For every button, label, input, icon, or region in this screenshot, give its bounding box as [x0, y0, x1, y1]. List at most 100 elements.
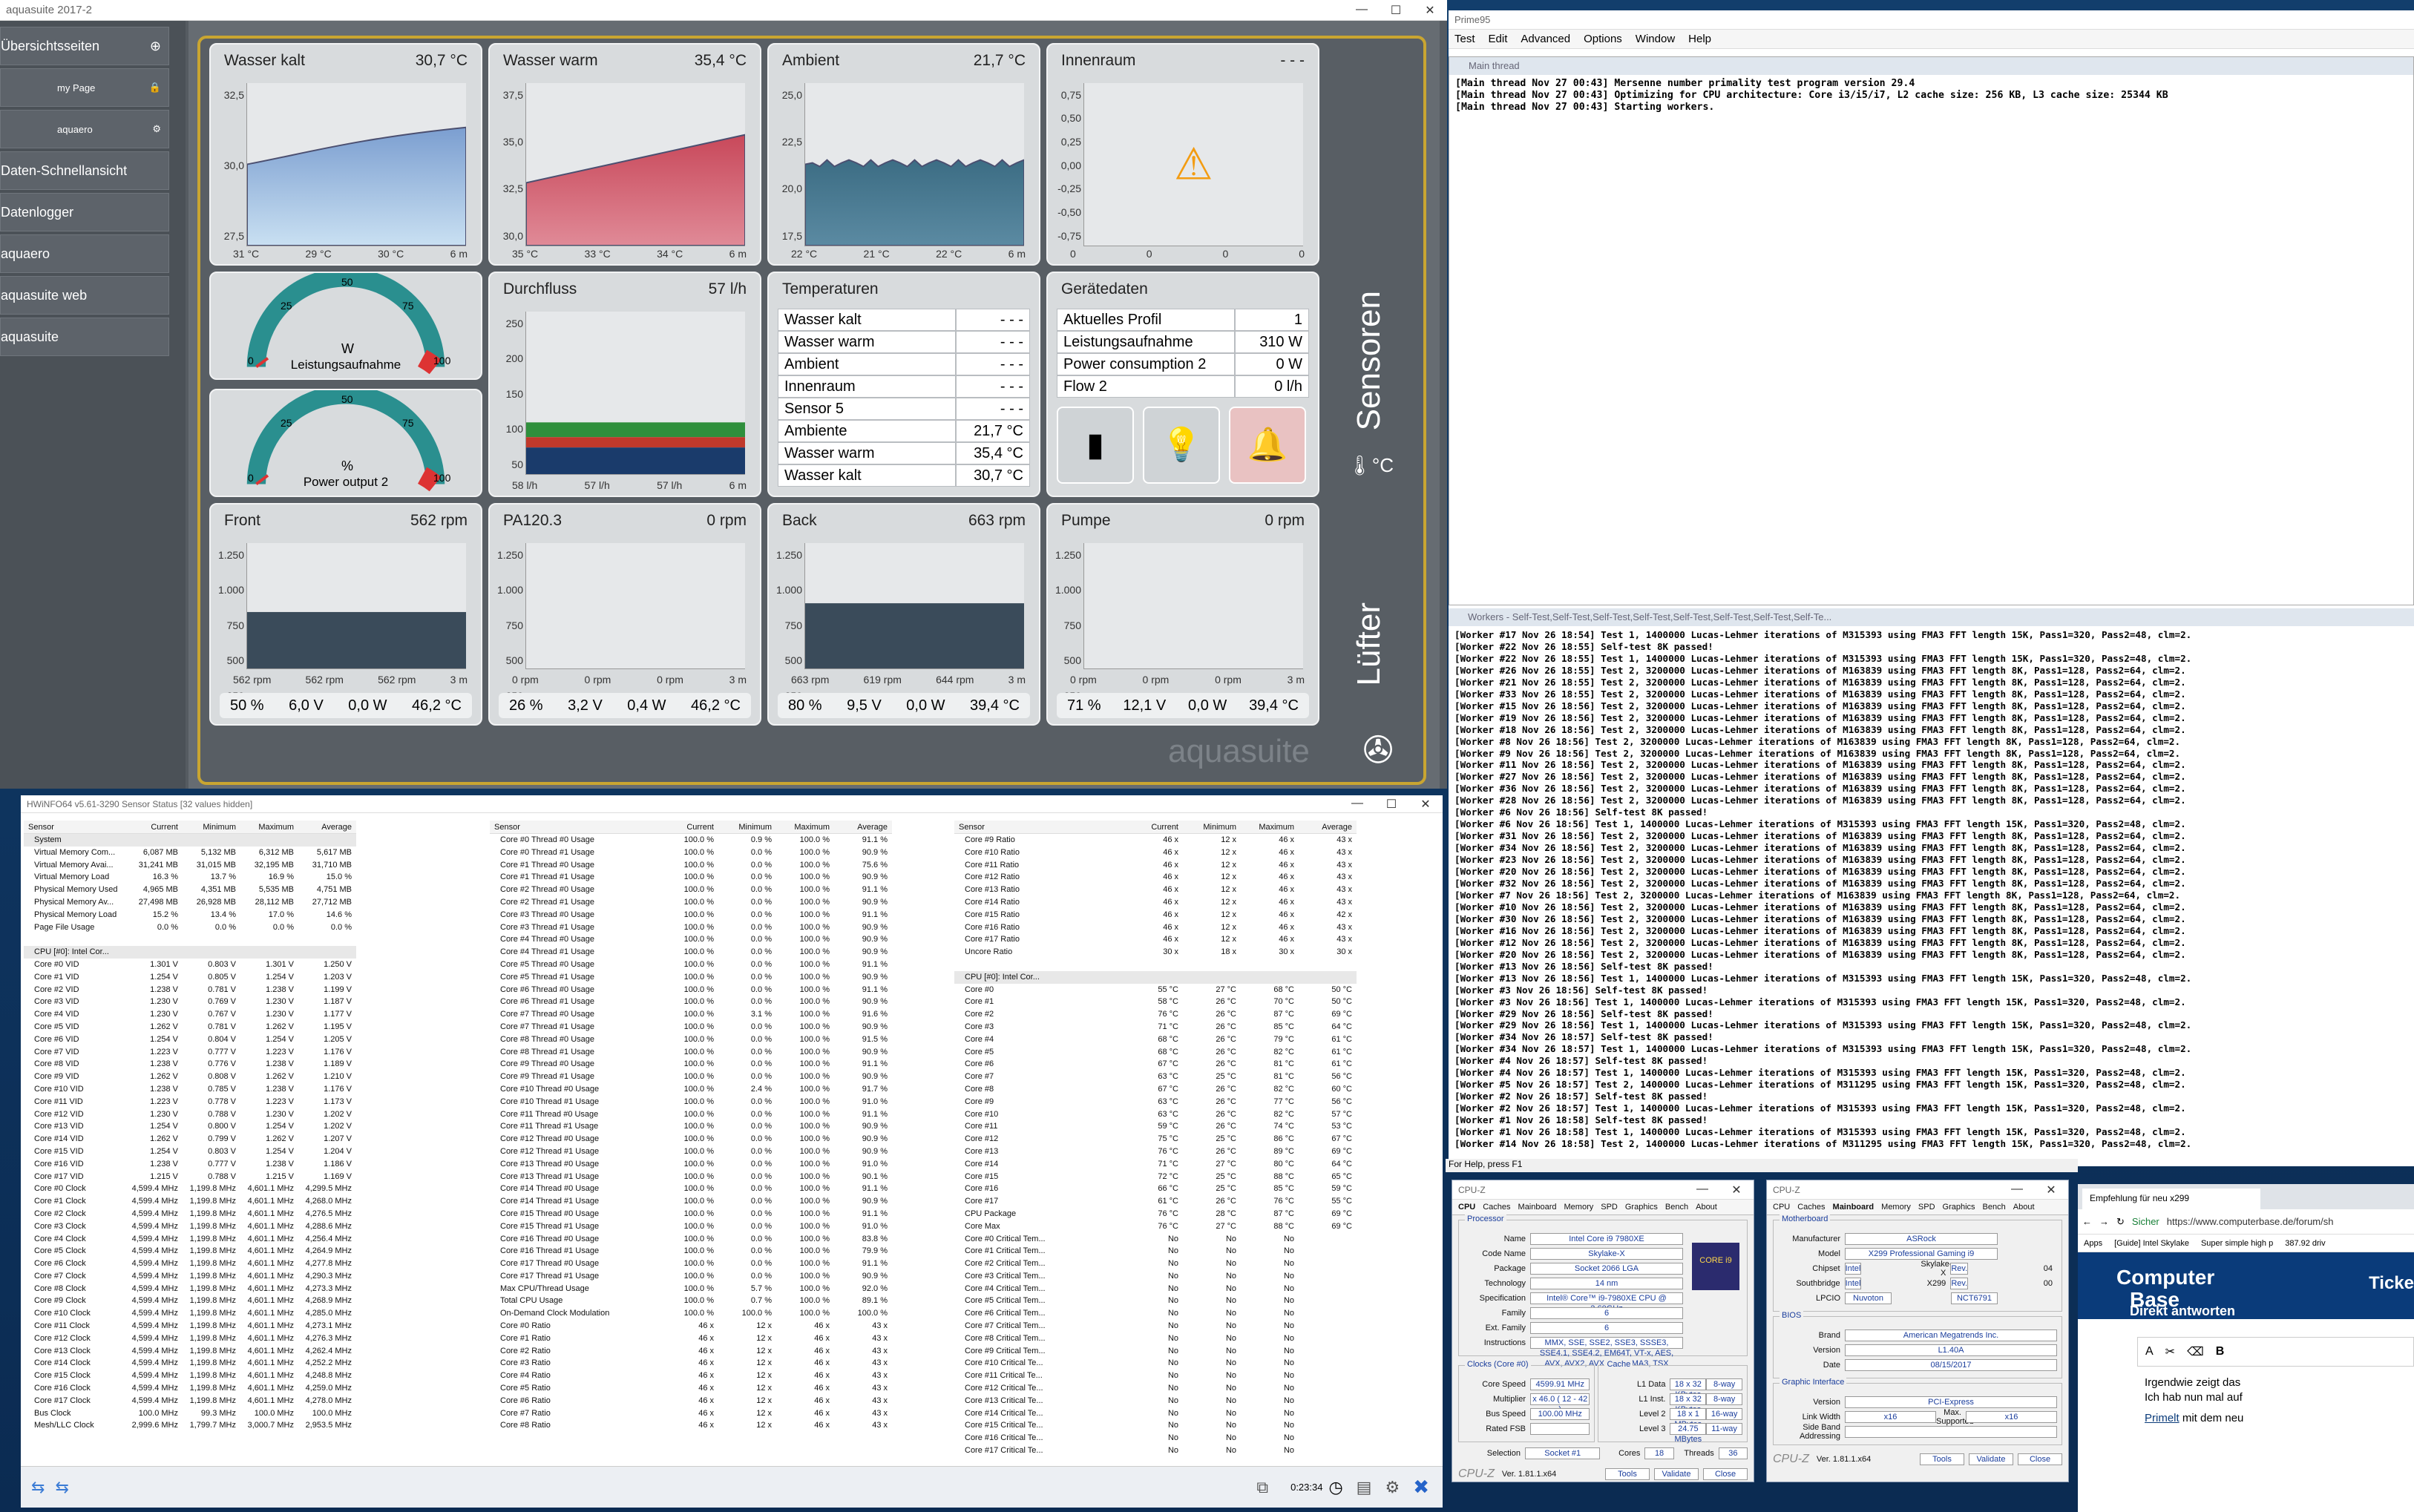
- sidebar-item-mypage[interactable]: my Page 🔒: [0, 68, 169, 107]
- cpuz-tab-caches[interactable]: Caches: [1483, 1203, 1510, 1212]
- sensor-row[interactable]: Core #9 VID 1.262 V 0.808 V 1.262 V 1.210 V: [24, 1071, 356, 1083]
- sensor-row[interactable]: Core #16 VID 1.238 V 0.777 V 1.238 V 1.186 V: [24, 1158, 356, 1171]
- minimize-icon[interactable]: —: [1685, 1183, 1719, 1197]
- fan-tile-0[interactable]: Front562 rpm1.2501.000750500250562 rpm56…: [209, 503, 482, 726]
- bulb-icon[interactable]: 💡: [1143, 407, 1220, 484]
- sensor-row[interactable]: Core #12 Thread #0 Usage 100.0 % 0.0 % 100.…: [490, 1133, 892, 1145]
- sensor-row[interactable]: Core #0 VID 1.301 V 0.803 V 1.301 V 1.250 V: [24, 959, 356, 971]
- hwinfo-header-cell[interactable]: Current: [125, 821, 183, 833]
- back-icon[interactable]: ←: [2082, 1216, 2092, 1227]
- sensor-row[interactable]: Core #5 VID 1.262 V 0.781 V 1.262 V 1.195 V: [24, 1021, 356, 1033]
- sidebar-item-quickview[interactable]: Daten-Schnellansicht: [0, 151, 169, 190]
- tile-0[interactable]: Wasser kalt 30,7 °C 32,5 30,0 27,5 31 °C 29 °C…: [209, 43, 482, 266]
- network-icon[interactable]: ⧉: [1256, 1478, 1268, 1497]
- cpuz-tab-cpu[interactable]: CPU: [1773, 1203, 1790, 1212]
- sensor-row[interactable]: Core #8 Ratio 46 x 12 x 46 x 43 x: [490, 1419, 892, 1432]
- sensor-row[interactable]: Core #3 71 °C 26 °C 85 °C 64 °C: [954, 1021, 1357, 1033]
- forward-icon[interactable]: →: [2099, 1216, 2109, 1227]
- menu-test[interactable]: Test: [1454, 33, 1475, 45]
- sensor-row[interactable]: Core #17 Clock 4,599.4 MHz 1,199.8 MHz 4,60…: [24, 1395, 356, 1407]
- temperatures-table[interactable]: Temperaturen Wasser kalt - - - Wasser warm -…: [767, 272, 1040, 497]
- format-icon[interactable]: A: [2145, 1345, 2154, 1358]
- cpuz-tab-spd[interactable]: SPD: [1601, 1203, 1618, 1212]
- sensor-row[interactable]: [954, 959, 1357, 971]
- sensor-row[interactable]: Core #10 63 °C 26 °C 82 °C 57 °C: [954, 1108, 1357, 1121]
- sensor-row[interactable]: Core #11 VID 1.223 V 0.778 V 1.223 V 1.173 V: [24, 1096, 356, 1108]
- sensor-row[interactable]: Page File Usage 0.0 % 0.0 % 0.0 % 0.0 %: [24, 921, 356, 934]
- sensor-row[interactable]: Core #16 Thread #0 Usage 100.0 % 0.0 % 100.…: [490, 1233, 892, 1246]
- gauge-output2[interactable]: 0 25 50 75 100% Power output 2: [209, 389, 482, 497]
- sensor-row[interactable]: Core #9 63 °C 26 °C 77 °C 56 °C: [954, 1096, 1357, 1108]
- tile-3[interactable]: Innenraum - - - 0,75 0,50 0,25 0,00 -0,25 -0,50…: [1046, 43, 1319, 266]
- add-icon[interactable]: ⊕: [150, 39, 161, 54]
- sensor-row[interactable]: Core #16 Thread #1 Usage 100.0 % 0.0 % 100.…: [490, 1245, 892, 1258]
- sensor-row[interactable]: Core #4 Thread #1 Usage 100.0 % 0.0 % 100.0…: [490, 946, 892, 959]
- sensor-row[interactable]: Core #1 58 °C 26 °C 70 °C 50 °C: [954, 996, 1357, 1008]
- sensor-row[interactable]: Core #3 VID 1.230 V 0.769 V 1.230 V 1.187 V: [24, 996, 356, 1008]
- sensor-row[interactable]: Core #17 61 °C 26 °C 76 °C 55 °C: [954, 1195, 1357, 1208]
- sensor-row[interactable]: Core #5 Thread #0 Usage 100.0 % 0.0 % 100.0…: [490, 959, 892, 971]
- sensor-row[interactable]: Core #10 Clock 4,599.4 MHz 1,199.8 MHz 4,60…: [24, 1307, 356, 1320]
- sensor-row[interactable]: Core #1 Thread #0 Usage 100.0 % 0.0 % 100.0…: [490, 859, 892, 872]
- sensor-row[interactable]: Core #4 Clock 4,599.4 MHz 1,199.8 MHz 4,601…: [24, 1233, 356, 1246]
- sensor-row[interactable]: Bus Clock 100.0 MHz 99.3 MHz 100.0 MHz 100.0…: [24, 1407, 356, 1420]
- sensor-row[interactable]: Core #4 VID 1.230 V 0.767 V 1.230 V 1.177 V: [24, 1008, 356, 1021]
- sensor-row[interactable]: Core #0 Clock 4,599.4 MHz 1,199.8 MHz 4,601…: [24, 1183, 356, 1195]
- sensor-row[interactable]: Core #12 Ratio 46 x 12 x 46 x 43 x: [954, 871, 1357, 884]
- sensor-row[interactable]: Core #0 Thread #0 Usage 100.0 % 0.9 % 100.0…: [490, 834, 892, 847]
- cpuz-tab-spd[interactable]: SPD: [1918, 1203, 1935, 1212]
- sidebar-item-datalogger[interactable]: Datenlogger: [0, 193, 169, 231]
- hwinfo-header-cell[interactable]: Maximum: [240, 821, 298, 833]
- sensor-row[interactable]: Physical Memory Load 15.2 % 13.4 % 17.0 % 14…: [24, 909, 356, 921]
- sensor-row[interactable]: Core #17 Thread #1 Usage 100.0 % 0.0 % 100.…: [490, 1270, 892, 1283]
- minimize-icon[interactable]: —: [2000, 1183, 2034, 1197]
- cpuz-tab-memory[interactable]: Memory: [1881, 1203, 1911, 1212]
- report-icon[interactable]: ▤: [1357, 1478, 1372, 1497]
- ticker-link[interactable]: Ticke: [2369, 1273, 2414, 1294]
- sensor-row[interactable]: Uncore Ratio 30 x 18 x 30 x 30 x: [954, 946, 1357, 959]
- sensor-row[interactable]: Core #8 67 °C 26 °C 82 °C 60 °C: [954, 1083, 1357, 1096]
- sensor-row[interactable]: Core #2 Clock 4,599.4 MHz 1,199.8 MHz 4,601…: [24, 1208, 356, 1220]
- menu-options[interactable]: Options: [1584, 33, 1622, 45]
- hwinfo-header-cell[interactable]: Sensor: [490, 821, 660, 833]
- sensor-row[interactable]: Core #17 Thread #0 Usage 100.0 % 0.0 % 100.…: [490, 1258, 892, 1270]
- sensor-row[interactable]: Core #15 72 °C 25 °C 88 °C 65 °C: [954, 1171, 1357, 1183]
- arrows-left-icon[interactable]: ⇆: [31, 1478, 45, 1497]
- sensor-row[interactable]: Core #1 Clock 4,599.4 MHz 1,199.8 MHz 4,601…: [24, 1195, 356, 1208]
- cpuz-tab-caches[interactable]: Caches: [1797, 1203, 1825, 1212]
- sensor-row[interactable]: Core #11 Thread #0 Usage 100.0 % 0.0 % 100.…: [490, 1108, 892, 1121]
- cpuz-tab-bench[interactable]: Bench: [1983, 1203, 2006, 1212]
- sensor-row[interactable]: Core #2 Thread #1 Usage 100.0 % 0.0 % 100.0…: [490, 896, 892, 909]
- sidebar-item-aquaero[interactable]: aquaero: [0, 234, 169, 273]
- sensor-row[interactable]: Physical Memory Used 4,965 MB 4,351 MB 5,53…: [24, 884, 356, 896]
- fan-tile-1[interactable]: PA120.30 rpm1.2501.0007505002500 rpm0 rp…: [488, 503, 761, 726]
- sensor-row[interactable]: Core #11 59 °C 26 °C 74 °C 53 °C: [954, 1120, 1357, 1133]
- hwinfo-header-cell[interactable]: Minimum: [718, 821, 776, 833]
- sensor-row[interactable]: Core #12 Thread #1 Usage 100.0 % 0.0 % 100.…: [490, 1145, 892, 1158]
- hwinfo-header-cell[interactable]: Sensor: [954, 821, 1125, 833]
- sensor-row[interactable]: Core #2 Ratio 46 x 12 x 46 x 43 x: [490, 1345, 892, 1358]
- menu-help[interactable]: Help: [1688, 33, 1711, 45]
- hwinfo-header-cell[interactable]: Maximum: [776, 821, 834, 833]
- selection-dropdown[interactable]: Socket #1: [1525, 1447, 1601, 1459]
- sensor-row[interactable]: Core #14 Thread #1 Usage 100.0 % 0.0 % 100.…: [490, 1195, 892, 1208]
- sensor-row[interactable]: Core #13 VID 1.254 V 0.800 V 1.254 V 1.202 V: [24, 1120, 356, 1133]
- sensor-row[interactable]: Core #11 Thread #1 Usage 100.0 % 0.0 % 100.…: [490, 1120, 892, 1133]
- menu-advanced[interactable]: Advanced: [1521, 33, 1570, 45]
- sensor-row[interactable]: Core #13 Ratio 46 x 12 x 46 x 43 x: [954, 884, 1357, 896]
- hwinfo-header-cell[interactable]: Average: [1299, 821, 1357, 833]
- sensor-row[interactable]: Core #14 Ratio 46 x 12 x 46 x 43 x: [954, 896, 1357, 909]
- sensor-row[interactable]: Core #9 Thread #1 Usage 100.0 % 0.0 % 100.0…: [490, 1071, 892, 1083]
- hwinfo-header-cell[interactable]: Sensor: [24, 821, 125, 833]
- arrows-right-icon[interactable]: ⇆: [55, 1478, 68, 1497]
- url-bar[interactable]: https://www.computerbase.de/forum/sh: [2167, 1216, 2334, 1227]
- sensor-row[interactable]: Core #2 76 °C 26 °C 87 °C 69 °C: [954, 1008, 1357, 1021]
- sidebar-item-web[interactable]: aquasuite web: [0, 276, 169, 315]
- bookmark-guide[interactable]: [Guide] Intel Skylake: [2114, 1239, 2189, 1248]
- bold-icon[interactable]: B: [2216, 1345, 2225, 1358]
- sensor-row[interactable]: Core #8 Critical Tem... No No No: [954, 1332, 1357, 1345]
- sensor-row[interactable]: Core #10 Critical Te... No No No: [954, 1357, 1357, 1370]
- menu-window[interactable]: Window: [1636, 33, 1675, 45]
- cpuz-tab-memory[interactable]: Memory: [1564, 1203, 1594, 1212]
- sensor-row[interactable]: Mesh/LLC Clock 2,999.6 MHz 1,799.7 MHz 3,00…: [24, 1419, 356, 1432]
